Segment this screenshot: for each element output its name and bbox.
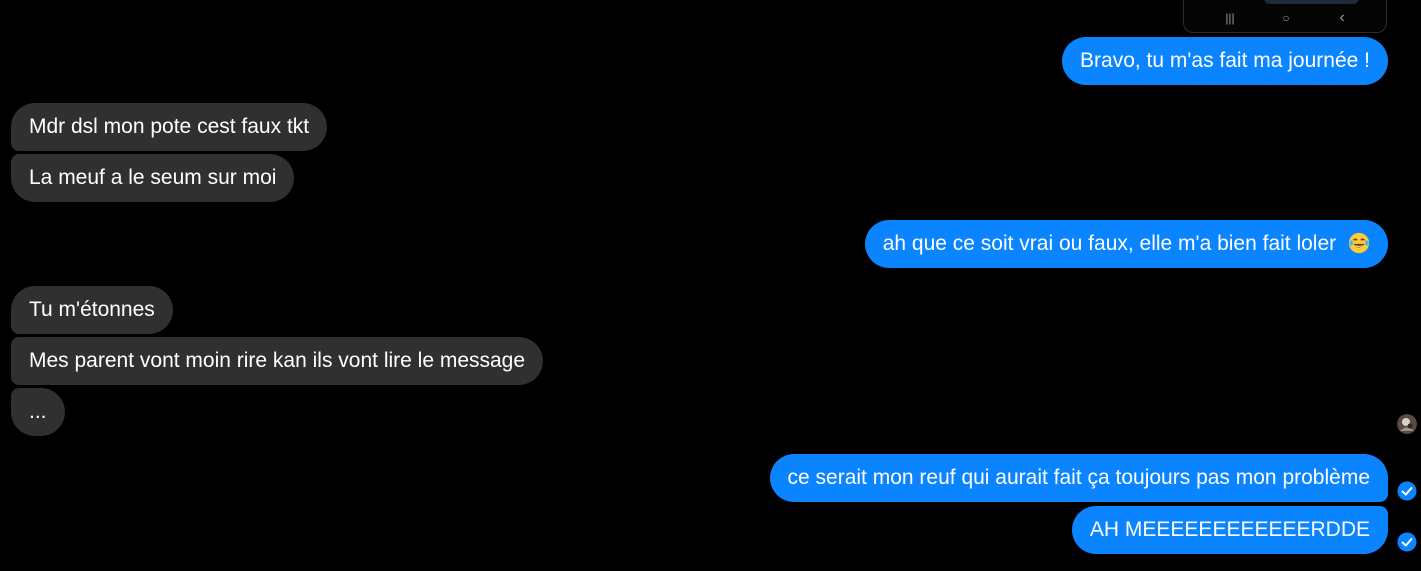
home-nav-icon: ○ [1282,11,1290,25]
message-outgoing[interactable]: ce serait mon reuf qui aurait fait ça to… [769,454,1388,502]
message-text: Tu m'étonnes [29,298,155,321]
read-receipt-check-icon [1397,532,1417,552]
recent-apps-nav-icon: ||| [1225,11,1235,25]
message-text: Bravo, tu m'as fait ma journée ! [1080,49,1370,72]
message-outgoing[interactable]: Bravo, tu m'as fait ma journée ! [1062,37,1388,85]
read-receipt-check-icon [1397,481,1417,501]
screenshot-status-bar [1264,0,1359,4]
message-outgoing[interactable]: ah que ce soit vrai ou faux, elle m'a bi… [864,220,1388,268]
message-incoming[interactable]: Tu m'étonnes [11,286,173,334]
message-text: La meuf a le seum sur moi [29,166,277,189]
message-text: AH MEEEEEEEEEEEERDDE [1089,518,1370,541]
message-text: Mes parent vont moin rire kan ils vont l… [29,349,526,372]
message-outgoing[interactable]: AH MEEEEEEEEEEEERDDE [1071,506,1388,554]
message-text: Mdr dsl mon pote cest faux tkt [29,115,310,138]
message-text: ce serait mon reuf qui aurait fait ça to… [787,466,1370,489]
message-incoming[interactable]: ... [11,388,65,436]
message-text: ah que ce soit vrai ou faux, elle m'a bi… [882,232,1337,255]
message-incoming[interactable]: Mes parent vont moin rire kan ils vont l… [11,337,544,385]
message-incoming[interactable]: La meuf a le seum sur moi [11,154,295,202]
embedded-phone-screenshot[interactable]: ||| ○ ‹ [1183,0,1387,33]
message-text: ... [29,400,47,423]
seen-avatar [1397,414,1417,434]
tears-of-joy-emoji-icon [1348,232,1370,254]
message-incoming[interactable]: Mdr dsl mon pote cest faux tkt [11,103,328,151]
back-nav-icon: ‹ [1339,9,1345,26]
